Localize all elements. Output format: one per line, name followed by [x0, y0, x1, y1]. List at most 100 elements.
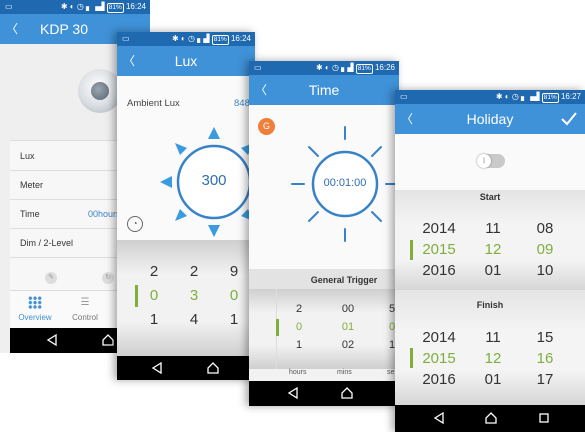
- picker-value: 2: [295, 303, 303, 315]
- sliders-icon: ☰: [80, 297, 90, 308]
- number-picker[interactable]: 2 0 1 2 3 4 9 0 1: [117, 240, 255, 356]
- unit-label-secs: se: [387, 369, 395, 376]
- trigger-label: General Trigger: [249, 269, 399, 289]
- status-bar: ▭ ✱ ◐ ◷ ▖▗▟ 81% 16:24: [0, 0, 150, 14]
- picker-value: 17: [536, 371, 554, 388]
- home-nav-icon[interactable]: [207, 362, 219, 374]
- sensor-lens: [91, 82, 109, 100]
- picker-value: 11: [485, 220, 501, 237]
- start-day-column[interactable]: 08 09 10: [525, 218, 565, 281]
- start-section: Start 2014 2015 2016 11 12 01 08 09 10: [395, 190, 585, 290]
- back-nav-icon[interactable]: [46, 334, 58, 346]
- list-item-label: Time: [20, 209, 40, 219]
- lock-icon[interactable]: ✎: [45, 272, 57, 284]
- toggle-area: ||: [395, 134, 585, 190]
- picker-value: 11: [485, 329, 501, 346]
- status-icons: ✱ ◐ ◷ ▖▗▟: [495, 92, 542, 101]
- picker-value-selected: 0: [295, 321, 303, 333]
- picker-column[interactable]: 2 3 4: [179, 260, 209, 332]
- status-bar: ▭ ✱ ◐ ◷ ▖▟ 81% 16:24: [117, 32, 255, 46]
- back-nav-icon[interactable]: [151, 362, 163, 374]
- home-nav-icon[interactable]: [485, 412, 497, 424]
- battery-indicator: 81%: [211, 35, 229, 45]
- picker-value: 2014: [422, 329, 456, 346]
- notification-icon: ▭: [122, 34, 130, 43]
- picker-value: 2014: [422, 220, 456, 237]
- tab-control[interactable]: ☰ Control: [60, 291, 110, 329]
- finish-day-column[interactable]: 15 16 17: [525, 327, 565, 390]
- battery-indicator: 81%: [541, 93, 559, 103]
- start-label: Start: [479, 192, 501, 202]
- status-time: 16:24: [125, 2, 146, 11]
- start-year-column[interactable]: 2014 2015 2016: [415, 218, 463, 281]
- ambient-row: Ambient Lux 848: [117, 76, 255, 124]
- recents-nav-icon[interactable]: [538, 412, 550, 424]
- picker-value-selected: 12: [484, 350, 502, 367]
- confirm-check-icon[interactable]: [560, 111, 578, 127]
- grid-icon: [28, 296, 42, 309]
- timer-value[interactable]: 00:01:00: [311, 177, 379, 189]
- nav-bar: [249, 381, 399, 406]
- status-time: 16:24: [230, 34, 251, 43]
- tab-overview[interactable]: Overview: [10, 291, 60, 329]
- lux-setpoint[interactable]: 300: [191, 172, 237, 189]
- picker-column[interactable]: 9 0 1: [219, 260, 249, 332]
- home-nav-icon[interactable]: [102, 334, 114, 346]
- back-nav-icon[interactable]: [287, 387, 299, 399]
- picker-value: 1: [295, 339, 303, 351]
- picker-value: 1: [149, 311, 159, 328]
- picker-value-selected: 2015: [422, 350, 456, 367]
- status-bar: ▭ ✱ ◐ ◷ ▖▗▟ 81% 16:27: [395, 90, 585, 104]
- picker-value: 4: [189, 311, 199, 328]
- back-button[interactable]: 〈: [6, 14, 18, 44]
- duration-picker[interactable]: 2 0 1 00 01 02 5 0 1: [249, 289, 399, 369]
- sensor-image: [78, 69, 122, 113]
- picker-selection-bar: [276, 319, 279, 336]
- finish-month-column[interactable]: 11 12 01: [473, 327, 513, 390]
- ray-upleft: [175, 143, 187, 155]
- status-icons: ✱ ◐ ◷ ▖▟: [316, 63, 356, 72]
- back-nav-icon[interactable]: [433, 412, 445, 424]
- ray-downleft: [175, 209, 187, 221]
- ambient-label: Ambient Lux: [127, 98, 180, 109]
- ray-down: [208, 225, 220, 237]
- tab-label: Control: [72, 313, 98, 322]
- status-icons: ✱ ◐ ◷ ▖▗▟: [60, 2, 107, 11]
- page-title: Lux: [174, 53, 198, 69]
- picker-value: 2: [189, 263, 199, 280]
- finish-year-column[interactable]: 2014 2015 2016: [415, 327, 463, 390]
- picker-column-hours[interactable]: 2 0 1: [285, 300, 313, 354]
- list-item-label: Dim / 2-Level: [20, 238, 74, 248]
- battery-indicator: 81%: [355, 64, 373, 74]
- list-item-label: Meter: [20, 180, 44, 190]
- start-month-column[interactable]: 11 12 01: [473, 218, 513, 281]
- refresh-icon[interactable]: ↻: [102, 272, 114, 284]
- toggle-knob: ||: [477, 154, 491, 168]
- ambient-value: 848: [234, 98, 250, 109]
- picker-value-selected: 12: [484, 241, 502, 258]
- picker-column-mins[interactable]: 00 01 02: [333, 300, 363, 354]
- ray-left: [160, 176, 172, 188]
- picker-column[interactable]: 2 0 1: [139, 260, 169, 332]
- picker-selection-bar: [135, 285, 138, 307]
- picker-value: 2: [149, 263, 159, 280]
- status-time: 16:26: [374, 63, 395, 72]
- notification-icon: ▭: [5, 2, 13, 11]
- timer-area: G 00:01:00: [249, 105, 399, 269]
- app-bar: 〈 Lux: [117, 46, 255, 76]
- picker-value: 08: [536, 220, 554, 237]
- picker-value: 10: [536, 262, 554, 279]
- home-nav-icon[interactable]: [341, 387, 353, 399]
- screen-lux: ▭ ✱ ◐ ◷ ▖▟ 81% 16:24 〈 Lux Ambient Lux 8…: [117, 32, 255, 380]
- page-title: Holiday: [466, 111, 514, 127]
- picker-value-selected: 3: [189, 287, 199, 304]
- ray-up: [208, 127, 220, 139]
- picker-selection-bar: [410, 240, 413, 260]
- app-bar: 〈 Holiday: [395, 104, 585, 134]
- picker-value: 2016: [422, 262, 456, 279]
- sensor-settings-icon[interactable]: ◔: [127, 216, 143, 232]
- picker-value: 15: [536, 329, 554, 346]
- picker-value-selected: 01: [341, 321, 355, 333]
- holiday-toggle[interactable]: ||: [477, 154, 505, 168]
- list-item-label: Lux: [20, 151, 35, 161]
